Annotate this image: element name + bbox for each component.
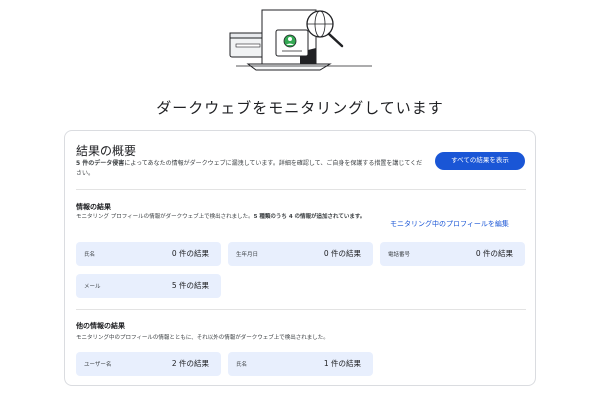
result-tile-name[interactable]: 氏名 0 件の結果 [76, 242, 221, 266]
result-tile-other-name[interactable]: 氏名 1 件の結果 [228, 352, 373, 376]
tile-value: 2 件の結果 [171, 359, 209, 368]
summary-description: 5 件のデータ侵害によってあなたの情報がダークウェブに漏洩しています。詳細を確認… [76, 159, 428, 179]
info-results-title: 情報の結果 [76, 203, 111, 211]
result-tile-username[interactable]: ユーザー名 2 件の結果 [76, 352, 221, 376]
result-tile-birthdate[interactable]: 生年月日 0 件の結果 [228, 242, 373, 266]
info-results-description: モニタリング プロフィールの情報がダークウェブ上で検出されました。5 種類のうち… [76, 213, 386, 222]
profile-card-icon [275, 29, 309, 57]
tile-value: 0 件の結果 [475, 249, 513, 258]
tile-value: 0 件の結果 [323, 249, 361, 258]
info-results-desc-bold: 5 種類のうち 4 の情報が追加されています。 [253, 214, 366, 220]
result-tile-email[interactable]: メール 5 件の結果 [76, 274, 221, 298]
tile-label: 生年月日 [236, 252, 259, 258]
breach-count: 5 件のデータ侵害 [76, 160, 125, 167]
tile-label: 氏名 [84, 252, 96, 258]
tile-label: 氏名 [236, 362, 248, 368]
tile-label: メール [84, 284, 101, 290]
divider [76, 309, 526, 310]
tile-label: ユーザー名 [84, 362, 112, 368]
info-results-desc-text: モニタリング プロフィールの情報がダークウェブ上で検出されました。 [76, 214, 254, 220]
results-card: 結果の概要 5 件のデータ侵害によってあなたの情報がダークウェブに漏洩しています… [64, 130, 536, 386]
summary-description-text: によってあなたの情報がダークウェブに漏洩しています。詳細を確認して、ご自身を保護… [76, 160, 423, 177]
edit-monitoring-profile-link[interactable]: モニタリング中のプロフィールを編集 [390, 219, 509, 229]
page-title: ダークウェブをモニタリングしています [156, 99, 444, 117]
tile-value: 5 件の結果 [171, 281, 209, 290]
tile-value: 0 件の結果 [171, 249, 209, 258]
other-results-description: モニタリング中のプロフィールの情報とともに、それ以外の情報がダークウェブ上で検出… [76, 335, 329, 341]
other-results-title: 他の情報の結果 [76, 322, 125, 330]
tile-label: 電話番号 [388, 252, 411, 258]
hero-illustration [0, 0, 600, 78]
result-tile-phone[interactable]: 電話番号 0 件の結果 [380, 242, 525, 266]
summary-title: 結果の概要 [76, 144, 137, 158]
view-all-results-button[interactable]: すべての結果を表示 [435, 152, 525, 170]
divider [76, 189, 526, 190]
laptop-magnifier-illustration [229, 9, 372, 71]
tile-value: 1 件の結果 [323, 359, 361, 368]
